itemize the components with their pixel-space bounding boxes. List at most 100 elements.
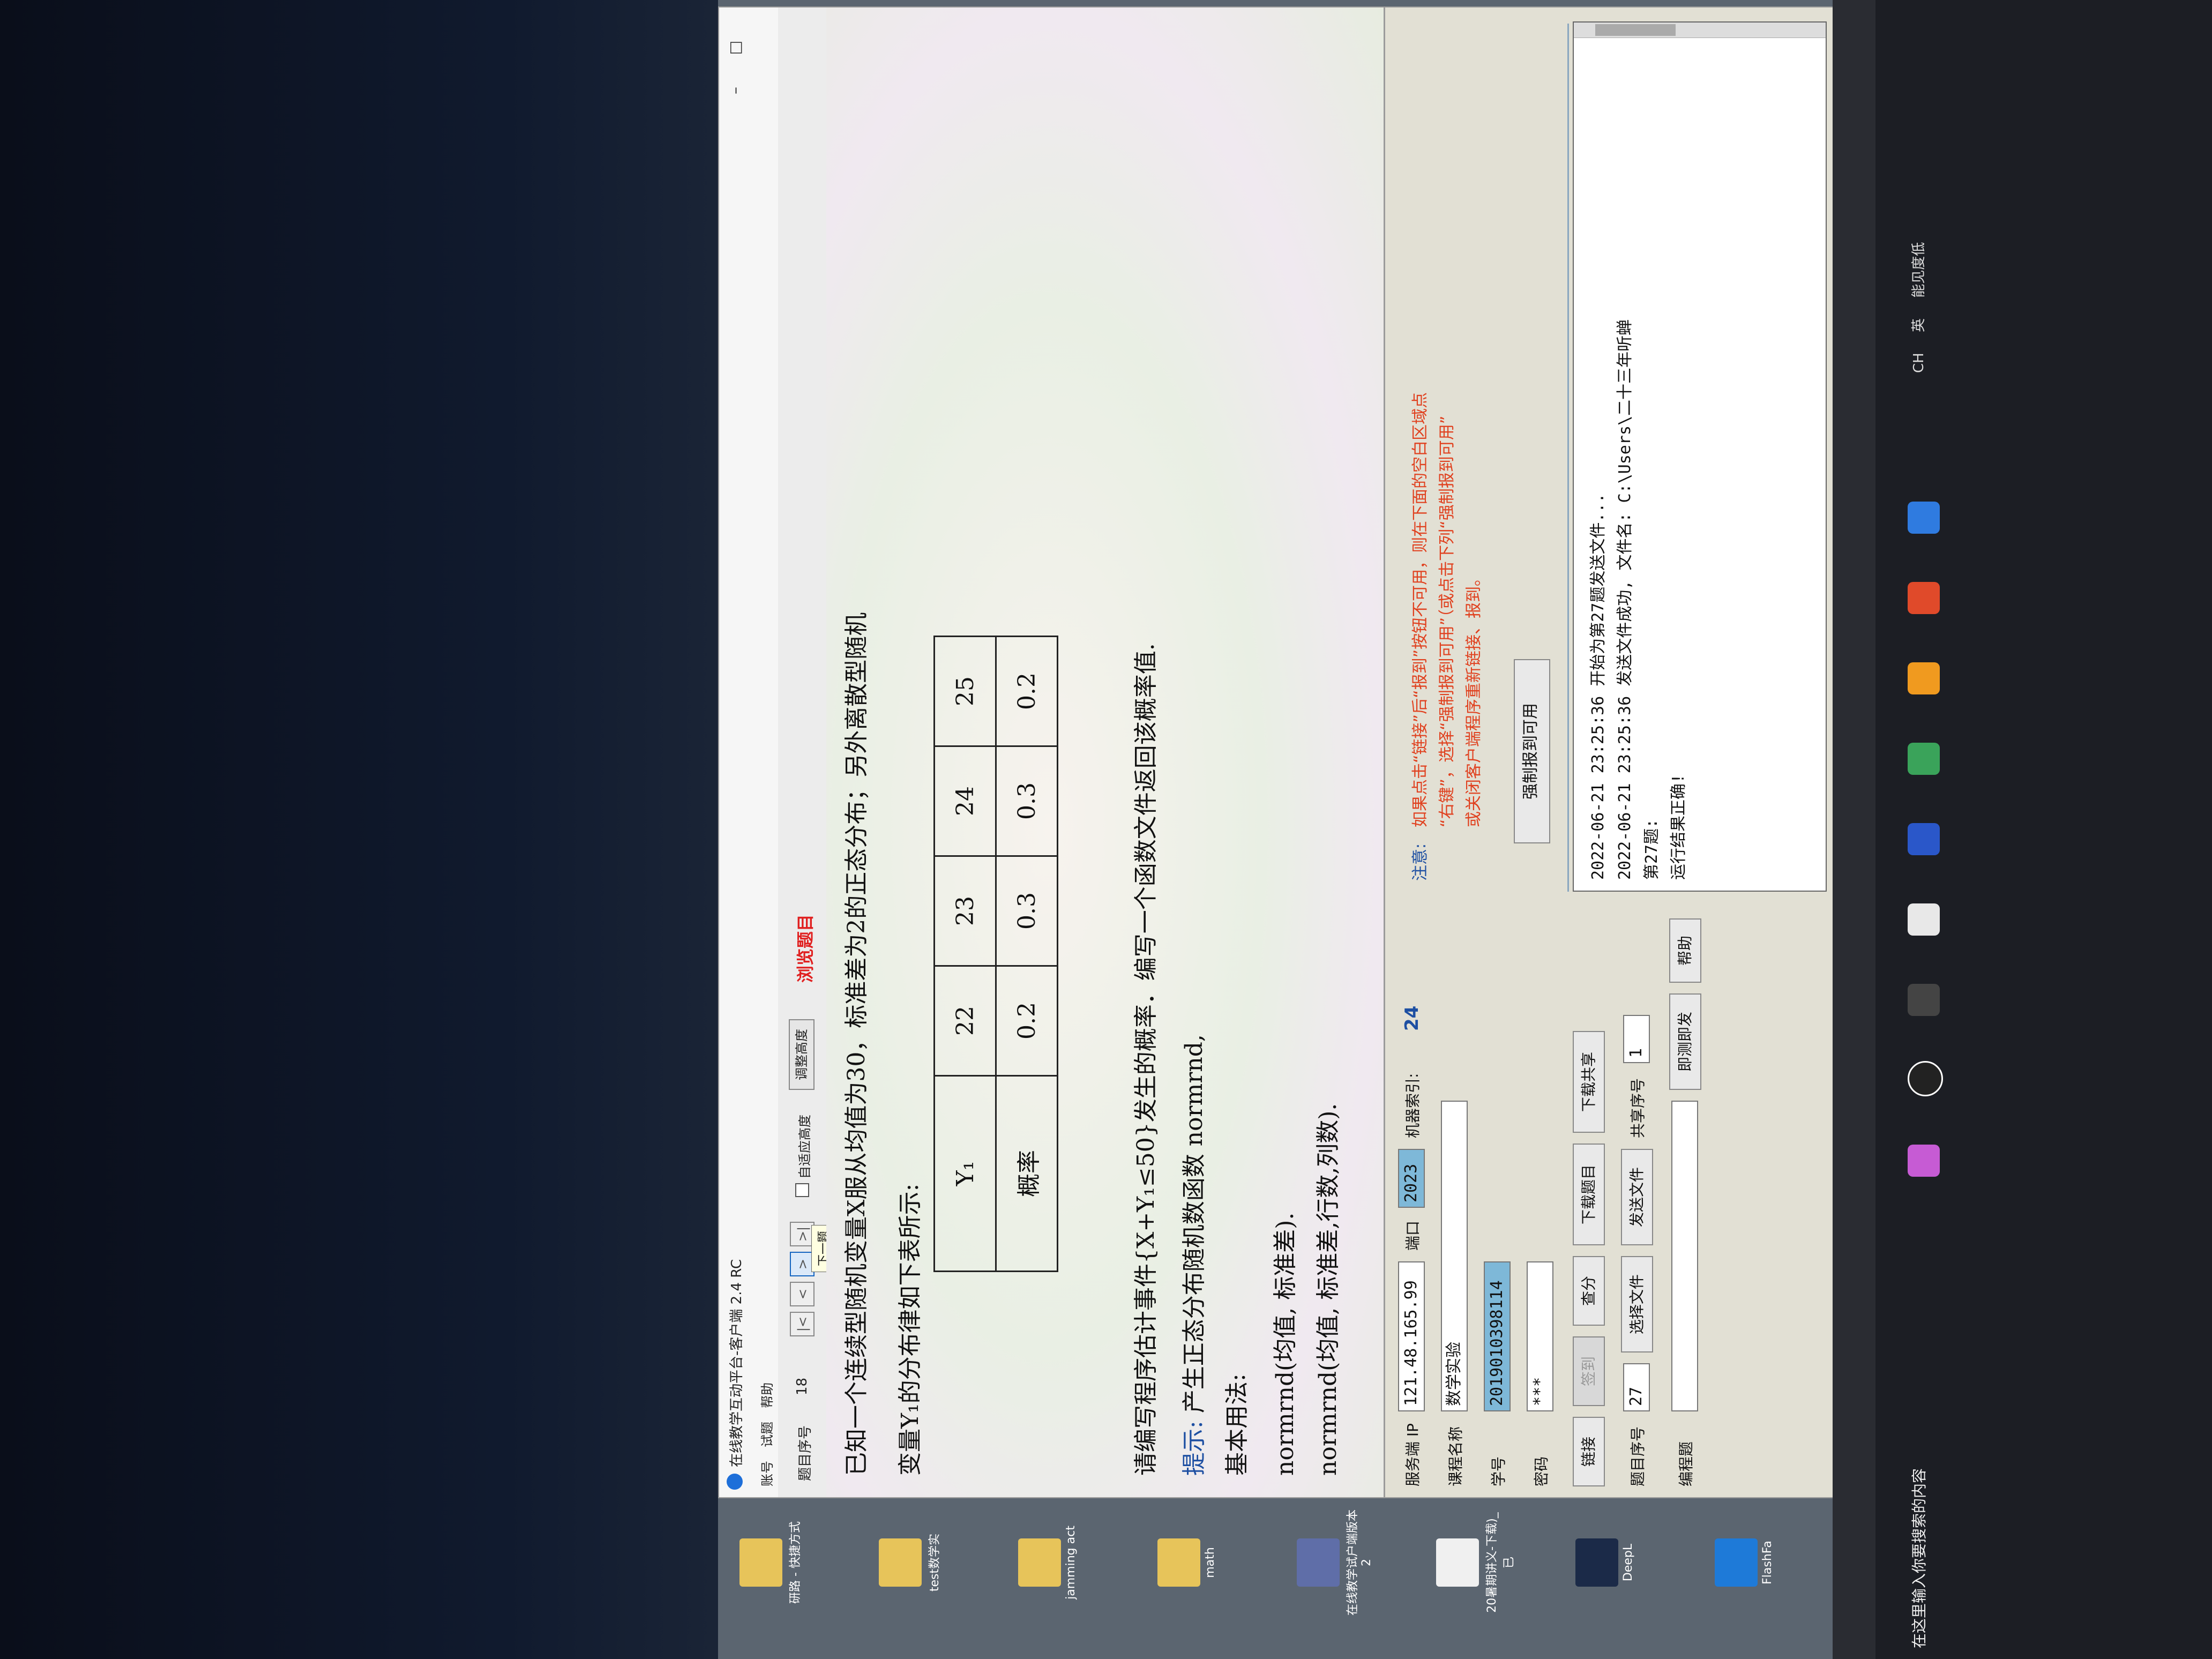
folder-icon xyxy=(1157,1538,1200,1587)
notice-heading: 注意: xyxy=(1411,843,1430,881)
port-field[interactable]: 2023 xyxy=(1398,1149,1425,1208)
minimize-icon[interactable]: – xyxy=(723,77,747,104)
maximize-icon[interactable]: □ xyxy=(723,34,747,61)
app-icon[interactable] xyxy=(1908,582,1940,614)
course-select[interactable]: 数学实验 xyxy=(1441,1101,1468,1411)
hint-line-1: 提示: 产生正态分布随机数函数 normrnd, xyxy=(1175,1034,1209,1476)
desktop-icons: 研路 - 快捷方式 test数学实 jamming act math 在线教学试… xyxy=(718,1498,1833,1627)
question-seq-label: 题目序号 xyxy=(1629,1426,1647,1486)
port-label: 端口 xyxy=(1404,1220,1422,1251)
deepl-icon xyxy=(1575,1538,1618,1587)
question-line-1: 已知一个连续型随机变量X服从均值为30，标准差为2的正态分布；另外离散型随机 xyxy=(843,612,870,1476)
desktop-icon[interactable]: 20暑期讲义-下载)_已 xyxy=(1436,1509,1522,1616)
table-header-cell: Y₁ xyxy=(934,1075,996,1272)
force-signin-button[interactable]: 强制报到可用 xyxy=(1514,659,1550,843)
download-question-button[interactable]: 下载题目 xyxy=(1573,1144,1605,1245)
folder-icon xyxy=(879,1538,922,1587)
question-no-value: 18 xyxy=(794,1377,810,1395)
server-ip-label: 服务端 IP xyxy=(1404,1423,1422,1486)
log-line: 运行结果正确! xyxy=(1669,773,1688,880)
app-icon[interactable] xyxy=(1908,502,1940,534)
connection-form: 服务端 IP 121.48.165.99 端口 2023 机器索引: 24 课程… xyxy=(1391,892,1830,1492)
auto-height-checkbox[interactable] xyxy=(795,1183,809,1197)
desktop-icon-label: FlashFa xyxy=(1761,1541,1774,1585)
rar-icon xyxy=(1297,1538,1340,1587)
taskbar-search[interactable]: 在这里输入你要搜索的内容 xyxy=(1908,1273,1940,1648)
desktop-icon[interactable]: FlashFa xyxy=(1715,1509,1800,1616)
server-ip-field[interactable]: 121.48.165.99 xyxy=(1398,1261,1425,1411)
download-share-button[interactable]: 下载共享 xyxy=(1573,1031,1605,1133)
wechat-icon[interactable] xyxy=(1908,743,1940,775)
desktop-icon[interactable]: 研路 - 快捷方式 xyxy=(739,1509,825,1616)
score-button[interactable]: 查分 xyxy=(1573,1256,1605,1326)
connect-button[interactable]: 链接 xyxy=(1573,1417,1605,1486)
folder-icon xyxy=(1018,1538,1061,1587)
prev-question-button[interactable]: < xyxy=(790,1282,814,1306)
course-label: 课程名称 xyxy=(1447,1426,1464,1486)
taskbar-app-icon[interactable] xyxy=(1908,1145,1940,1177)
question-no-label: 题目序号 xyxy=(797,1425,813,1481)
desktop-icon[interactable]: math xyxy=(1157,1509,1243,1616)
distribution-table: Y₁ 22 23 24 25 概率 0.2 0.3 0.3 0.2 xyxy=(933,636,1058,1272)
hint-line-4: normrnd(均值, 标准差,行数,列数). xyxy=(1314,1103,1342,1476)
desktop-icon-label: jamming act xyxy=(1064,1526,1078,1600)
document-icon xyxy=(1436,1538,1479,1587)
browse-title: 浏览题目 xyxy=(795,914,816,983)
table-cell: 24 xyxy=(934,746,996,856)
student-id-label: 学号 xyxy=(1490,1456,1507,1486)
desktop-icon[interactable]: jamming act xyxy=(1018,1509,1104,1616)
menubar: 账号 试题 帮助 xyxy=(751,8,779,1497)
file-explorer-icon[interactable] xyxy=(1908,903,1940,936)
password-field[interactable]: *** xyxy=(1527,1261,1553,1411)
app-icon xyxy=(727,1474,743,1490)
menu-questions[interactable]: 试题 xyxy=(757,1422,775,1447)
student-id-field[interactable]: 2019010398114 xyxy=(1484,1261,1511,1411)
task-view-icon[interactable] xyxy=(1908,984,1940,1016)
ime-indicator[interactable]: 英 xyxy=(1911,318,1927,332)
question-seq-select[interactable]: 27 xyxy=(1623,1363,1650,1411)
window-title: 在线教学互动平台-客户端 2.4 RC xyxy=(729,1259,745,1467)
folder-icon[interactable] xyxy=(1908,662,1940,694)
weather-text[interactable]: 能见度低 xyxy=(1911,242,1927,298)
app-icon[interactable] xyxy=(1908,823,1940,855)
table-cell: 23 xyxy=(934,856,996,966)
adjust-height-button[interactable]: 调整高度 xyxy=(789,1019,814,1090)
table-cell: 0.2 xyxy=(996,966,1058,1076)
menu-help[interactable]: 帮助 xyxy=(757,1382,775,1408)
toolbar: 题目序号 18 |< < > >| 下一题 自适应高度 调整高度 浏览题目 xyxy=(778,8,834,1497)
table-header-cell: 概率 xyxy=(996,1075,1058,1272)
log-scrollbar[interactable] xyxy=(1574,23,1826,38)
choose-file-button[interactable]: 选择文件 xyxy=(1621,1256,1653,1352)
bottom-panel: 服务端 IP 121.48.165.99 端口 2023 机器索引: 24 课程… xyxy=(1384,8,1835,1497)
notice-line: “右键”，选择“强制报到可用”（或点击下列“强制报到可用” xyxy=(1438,415,1456,827)
instant-test-button[interactable]: 即测即发 xyxy=(1669,993,1701,1090)
client-window: 在线教学互动平台-客户端 2.4 RC – □ 账号 试题 帮助 题目序号 18… xyxy=(718,6,1835,1498)
password-label: 密码 xyxy=(1533,1456,1550,1486)
cortana-icon[interactable] xyxy=(1908,1061,1943,1096)
desktop-icon[interactable]: 在线教学试户端版本2 xyxy=(1297,1509,1382,1616)
auto-height-label: 自适应高度 xyxy=(797,1115,812,1179)
menu-account[interactable]: 账号 xyxy=(757,1461,775,1486)
send-file-button[interactable]: 发送文件 xyxy=(1621,1149,1653,1245)
question-area: 已知一个连续型随机变量X服从均值为30，标准差为2的正态分布；另外离散型随机 变… xyxy=(826,8,1384,1497)
log-line: 2022-06-21 23:25:36 开始为第27题发送文件... xyxy=(1589,493,1608,880)
compile-select[interactable] xyxy=(1671,1101,1698,1411)
desktop-icon[interactable]: DeepL xyxy=(1575,1509,1661,1616)
share-seq-select[interactable]: 1 xyxy=(1623,1015,1650,1063)
table-row: Y₁ 22 23 24 25 xyxy=(934,636,996,1272)
hint-line-2: 基本用法: xyxy=(1223,1373,1251,1476)
notice-line: 或关闭客户端程序重新链接、报到。 xyxy=(1464,570,1483,827)
flashfxp-icon xyxy=(1715,1538,1758,1587)
log-output[interactable]: 2022-06-21 23:25:36 开始为第27题发送文件... 2022-… xyxy=(1573,21,1827,892)
desktop-icon-label: 在线教学试户端版本2 xyxy=(1346,1509,1373,1616)
titlebar: 在线教学互动平台-客户端 2.4 RC – □ xyxy=(719,8,752,1497)
signin-button[interactable]: 签到 xyxy=(1573,1336,1605,1406)
desktop-icon[interactable]: test数学实 xyxy=(879,1509,965,1616)
lang-indicator[interactable]: CH xyxy=(1911,353,1927,373)
scrollbar-thumb[interactable] xyxy=(1595,24,1676,36)
first-question-button[interactable]: |< xyxy=(790,1312,814,1336)
help-button[interactable]: 帮助 xyxy=(1669,918,1701,983)
desktop-icon-label: 20暑期讲义-下载)_已 xyxy=(1485,1512,1516,1613)
table-cell: 0.3 xyxy=(996,856,1058,966)
desktop-icon-label: math xyxy=(1204,1547,1217,1578)
